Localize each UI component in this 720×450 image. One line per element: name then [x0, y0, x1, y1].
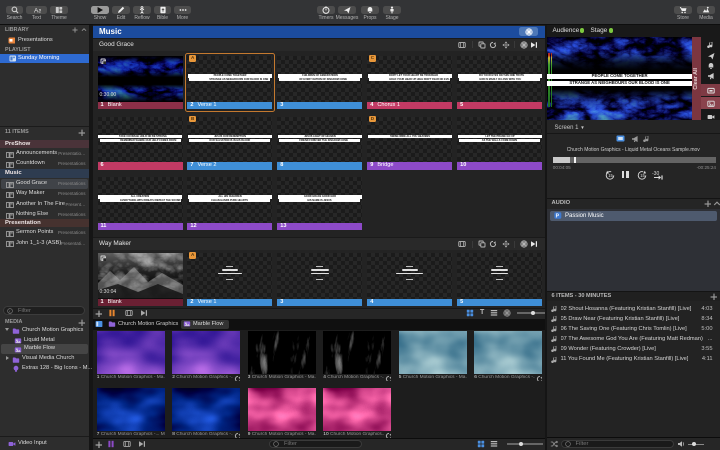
svg-text:x: x [9, 309, 11, 313]
svg-text:15: 15 [608, 173, 613, 178]
svg-text:15: 15 [640, 173, 645, 178]
svg-text:Aa: Aa [34, 7, 41, 14]
